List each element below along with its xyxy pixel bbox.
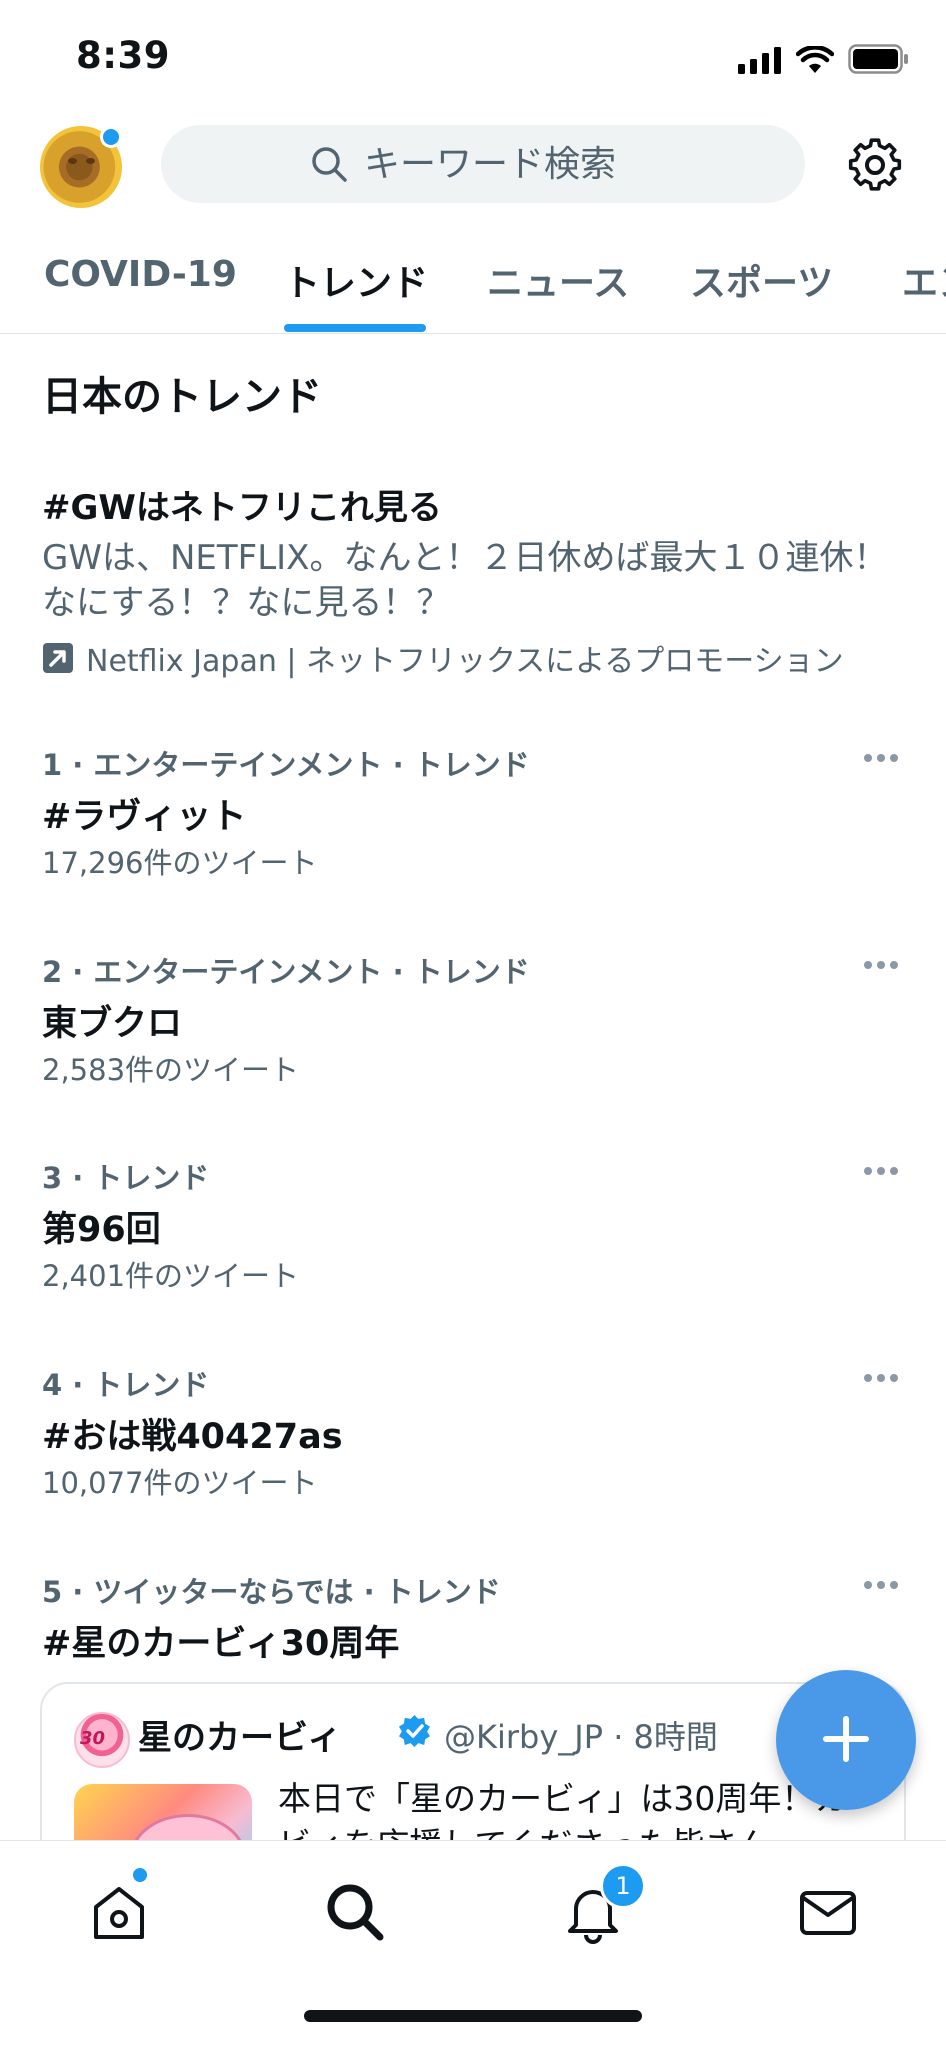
avatar-notification-dot bbox=[100, 126, 122, 148]
tweet-avatar-text: 30 bbox=[80, 1728, 106, 1749]
tab-entertainment[interactable]: エン bbox=[902, 254, 946, 336]
trend-name: #星のカービィ30周年 bbox=[42, 1624, 400, 1664]
active-tab-indicator bbox=[284, 324, 426, 332]
trend-item[interactable]: 3 · トレンド 第96回 2,401件のツイート bbox=[0, 1155, 946, 1361]
search-icon bbox=[312, 147, 347, 182]
more-options-icon[interactable] bbox=[864, 955, 904, 975]
cellular-signal-icon bbox=[738, 47, 781, 74]
promoted-trend-title[interactable]: #GWはネトフリこれ見る bbox=[42, 480, 442, 529]
more-options-icon[interactable] bbox=[864, 1368, 904, 1388]
avatar-eye-right bbox=[86, 158, 95, 164]
trend-meta: 4 · トレンド bbox=[42, 1368, 210, 1402]
trend-tweet-count: 10,077件のツイート bbox=[42, 1466, 318, 1500]
status-time: 8:39 bbox=[76, 34, 171, 77]
compose-tweet-button[interactable] bbox=[776, 1670, 916, 1810]
settings-gear-icon[interactable] bbox=[846, 136, 904, 194]
trend-meta: 3 · トレンド bbox=[42, 1161, 210, 1195]
verified-badge-icon bbox=[398, 1714, 431, 1747]
trend-meta: 5 · ツイッターならでは · トレンド bbox=[42, 1575, 501, 1609]
messages-mail-icon[interactable] bbox=[793, 1877, 863, 1947]
promoted-trend-description: GWは、NETFLIX。なんと！２日休めば最大１０連休！なにする！？なに見る！？ bbox=[42, 538, 888, 623]
tab-covid-19[interactable]: COVID-19 bbox=[44, 254, 237, 336]
plus-icon-stroke bbox=[843, 1716, 849, 1762]
trend-meta: 1 · エンターテインメント · トレンド bbox=[42, 748, 530, 782]
trend-item[interactable]: 2 · エンターテインメント · トレンド 東ブクロ 2,583件のツイート bbox=[0, 949, 946, 1155]
promoter-text: Netflix Japan | ネットフリックスによるプロモーション bbox=[86, 644, 844, 679]
trend-tweet-count: 2,583件のツイート bbox=[42, 1053, 300, 1087]
home-icon[interactable] bbox=[84, 1877, 154, 1947]
more-options-icon[interactable] bbox=[864, 748, 904, 768]
section-title: 日本のトレンド bbox=[42, 374, 322, 420]
status-icons bbox=[738, 44, 910, 74]
tab-news[interactable]: ニュース bbox=[487, 254, 629, 336]
trend-tweet-count: 2,401件のツイート bbox=[42, 1259, 300, 1293]
tabs-divider bbox=[0, 333, 946, 334]
trend-name: 第96回 bbox=[42, 1210, 161, 1250]
search-input[interactable] bbox=[362, 142, 656, 186]
profile-avatar[interactable] bbox=[40, 126, 122, 208]
explore-tabs: COVID-19 トレンド ニュース スポーツ エン bbox=[0, 252, 946, 334]
trend-item[interactable]: 5 · ツイッターならでは · トレンド #星のカービィ30周年 bbox=[0, 1569, 946, 1669]
tweet-author-handle: @Kirby_JP · 8時間 bbox=[444, 1718, 718, 1756]
more-options-icon[interactable] bbox=[864, 1161, 904, 1181]
promoted-arrow-icon bbox=[43, 643, 73, 673]
trend-name: #ラヴィット bbox=[42, 797, 247, 837]
trend-tweet-count: 17,296件のツイート bbox=[42, 846, 318, 880]
trend-name: #おは戦40427as bbox=[42, 1417, 343, 1457]
trend-name: 東ブクロ bbox=[42, 1004, 183, 1044]
notification-count-badge: 1 bbox=[600, 1863, 646, 1909]
tab-sports[interactable]: スポーツ bbox=[690, 254, 833, 336]
search-explore-icon[interactable] bbox=[320, 1877, 390, 1947]
trend-item[interactable]: 1 · エンターテインメント · トレンド #ラヴィット 17,296件のツイー… bbox=[0, 742, 946, 948]
battery-icon bbox=[848, 44, 908, 74]
promoted-by-line[interactable]: Netflix Japan | ネットフリックスによるプロモーション bbox=[42, 636, 844, 680]
home-new-dot bbox=[130, 1865, 150, 1885]
trend-meta: 2 · エンターテインメント · トレンド bbox=[42, 955, 530, 989]
avatar-eye-left bbox=[68, 158, 77, 164]
search-bar[interactable] bbox=[161, 125, 805, 203]
tweet-author-name[interactable]: 星のカービィ bbox=[138, 1710, 341, 1759]
wifi-icon bbox=[796, 46, 834, 73]
more-options-icon[interactable] bbox=[864, 1575, 904, 1595]
home-indicator[interactable] bbox=[304, 2010, 642, 2022]
trend-item[interactable]: 4 · トレンド #おは戦40427as 10,077件のツイート bbox=[0, 1362, 946, 1568]
